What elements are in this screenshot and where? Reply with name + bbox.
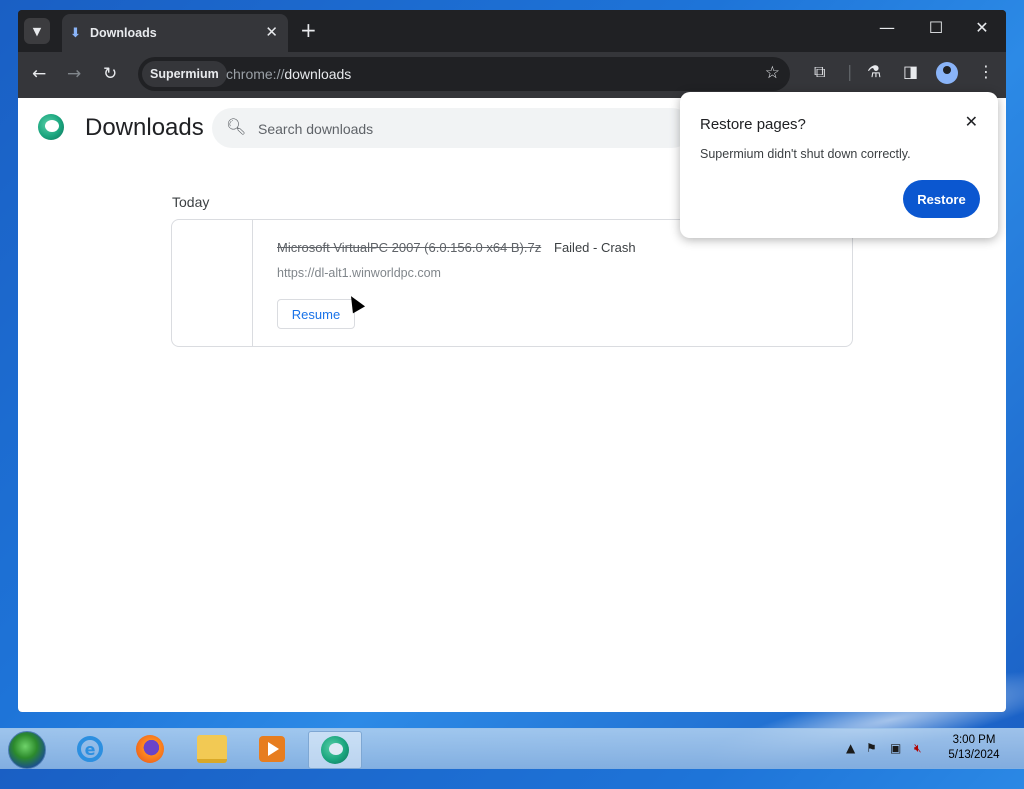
page-title: Downloads — [85, 114, 204, 141]
volume-muted-icon[interactable]: 🔇︎ — [914, 741, 922, 756]
maximize-icon: ☐ — [928, 18, 944, 37]
restore-pages-popup: Restore pages? ✕ Supermium didn't shut d… — [680, 92, 998, 238]
popup-message: Supermium didn't shut down correctly. — [700, 147, 911, 161]
kebab-menu-icon: ⋮ — [978, 62, 994, 81]
profile-icon[interactable] — [936, 62, 958, 84]
taskbar: e ▲ ⚑ ▣ 🔇︎ 3:00 PM 5/13/2024 — [0, 728, 1024, 769]
show-hidden-icons[interactable]: ▲ — [846, 741, 855, 755]
tab-title: Downloads — [90, 26, 157, 40]
download-status: Failed - Crash — [554, 240, 636, 255]
back-arrow-icon: ← — [32, 64, 47, 84]
firefox-icon — [136, 735, 164, 763]
restore-button[interactable]: Restore — [903, 180, 980, 218]
tab-close-icon[interactable]: ✕ — [265, 23, 278, 41]
search-icon: 🔍︎ — [226, 117, 247, 136]
labs-button[interactable]: ⚗ — [867, 62, 881, 81]
puzzle-icon: ⧉ — [814, 62, 826, 81]
flask-icon: ⚗ — [867, 62, 882, 81]
taskbar-media-player[interactable] — [246, 731, 298, 767]
side-panel-button[interactable]: ◨ — [903, 62, 918, 81]
forward-button[interactable]: → — [67, 64, 81, 84]
toolbar-divider: | — [847, 62, 853, 81]
new-tab-button[interactable]: + — [300, 18, 317, 42]
menu-button[interactable]: ⋮ — [978, 62, 994, 81]
side-panel-icon: ◨ — [903, 62, 919, 81]
tab-strip: ▼ ⬇ Downloads ✕ + — ☐ ✕ — [18, 10, 1006, 52]
tab-downloads[interactable]: ⬇ Downloads ✕ — [62, 14, 288, 52]
minimize-icon: — — [879, 18, 895, 37]
clock-date: 5/13/2024 — [948, 749, 1000, 761]
address-bar[interactable]: Supermium chrome://downloads ☆ — [138, 57, 790, 91]
reload-icon: ↻ — [103, 64, 118, 84]
site-chip[interactable]: Supermium — [142, 61, 227, 87]
maximize-button[interactable]: ☐ — [921, 18, 951, 37]
tab-search-button[interactable]: ▼ — [24, 18, 50, 44]
window-close-button[interactable]: ✕ — [967, 18, 997, 37]
close-icon: ✕ — [975, 18, 989, 37]
media-player-icon — [259, 736, 285, 762]
taskbar-firefox[interactable] — [124, 731, 176, 767]
url-scheme: chrome:// — [226, 66, 285, 82]
supermium-icon — [321, 736, 349, 764]
search-bar[interactable]: 🔍︎ — [212, 108, 692, 148]
download-filename[interactable]: Microsoft VirtualPC 2007 (6.0.156.0 x64 … — [277, 240, 541, 255]
chevron-down-icon: ▼ — [32, 24, 42, 38]
network-icon[interactable]: ▣ — [890, 741, 901, 755]
url-host: downloads — [284, 66, 352, 82]
taskbar-explorer[interactable] — [186, 731, 238, 767]
download-item: Microsoft VirtualPC 2007 (6.0.156.0 x64 … — [171, 219, 853, 347]
download-source-url[interactable]: https://dl-alt1.winworldpc.com — [277, 266, 441, 280]
taskbar-supermium[interactable] — [308, 731, 362, 769]
reload-button[interactable]: ↻ — [103, 64, 117, 84]
back-button[interactable]: ← — [32, 64, 46, 84]
clock[interactable]: 3:00 PM 5/13/2024 — [944, 733, 1004, 763]
minimize-button[interactable]: — — [872, 18, 902, 37]
url-text[interactable]: chrome://downloads — [226, 66, 351, 82]
clock-time: 3:00 PM — [952, 734, 996, 746]
popup-title: Restore pages? — [700, 116, 806, 133]
search-input[interactable] — [256, 116, 680, 142]
extensions-button[interactable]: ⧉ — [814, 62, 825, 82]
date-header: Today — [172, 194, 210, 210]
forward-arrow-icon: → — [67, 64, 82, 84]
download-icon: ⬇ — [70, 26, 81, 41]
taskbar-ie[interactable]: e — [64, 731, 116, 767]
internet-explorer-icon: e — [77, 736, 103, 762]
folder-icon — [197, 735, 227, 763]
plus-icon: + — [300, 18, 317, 42]
start-button[interactable] — [8, 731, 46, 769]
bookmark-star-icon[interactable]: ☆ — [765, 63, 780, 83]
supermium-logo-icon — [38, 114, 64, 140]
file-icon-column — [172, 220, 253, 346]
flag-icon[interactable]: ⚑ — [866, 741, 877, 755]
popup-close-icon[interactable]: ✕ — [965, 112, 978, 131]
resume-button[interactable]: Resume — [277, 299, 355, 329]
